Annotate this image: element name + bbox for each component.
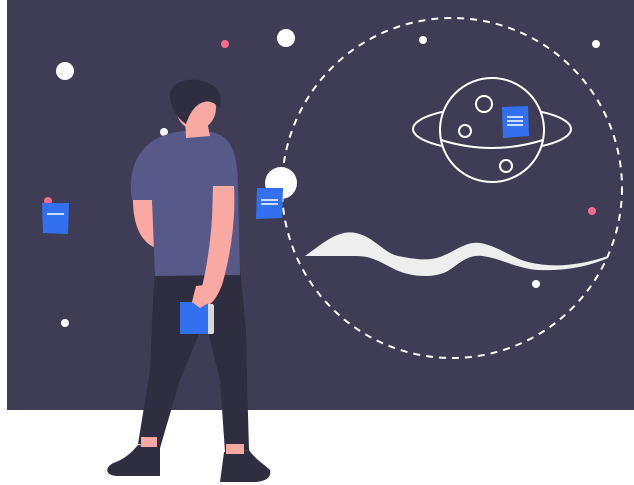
star-icon	[532, 280, 540, 288]
star-icon	[56, 62, 74, 80]
star-icon	[61, 319, 69, 327]
illustration	[7, 0, 634, 482]
phone-icon	[180, 302, 214, 334]
note-icon	[502, 106, 529, 138]
accent-dot	[221, 40, 229, 48]
accent-dot	[588, 207, 596, 215]
note-icon	[42, 203, 69, 234]
star-icon	[592, 40, 600, 48]
star-icon	[277, 29, 295, 47]
board	[7, 0, 634, 410]
star-icon	[419, 36, 427, 44]
shoe-left	[107, 445, 160, 476]
note-icon	[256, 188, 283, 219]
ankle	[141, 437, 157, 447]
ankle	[226, 444, 244, 454]
shoe-right	[220, 450, 271, 482]
